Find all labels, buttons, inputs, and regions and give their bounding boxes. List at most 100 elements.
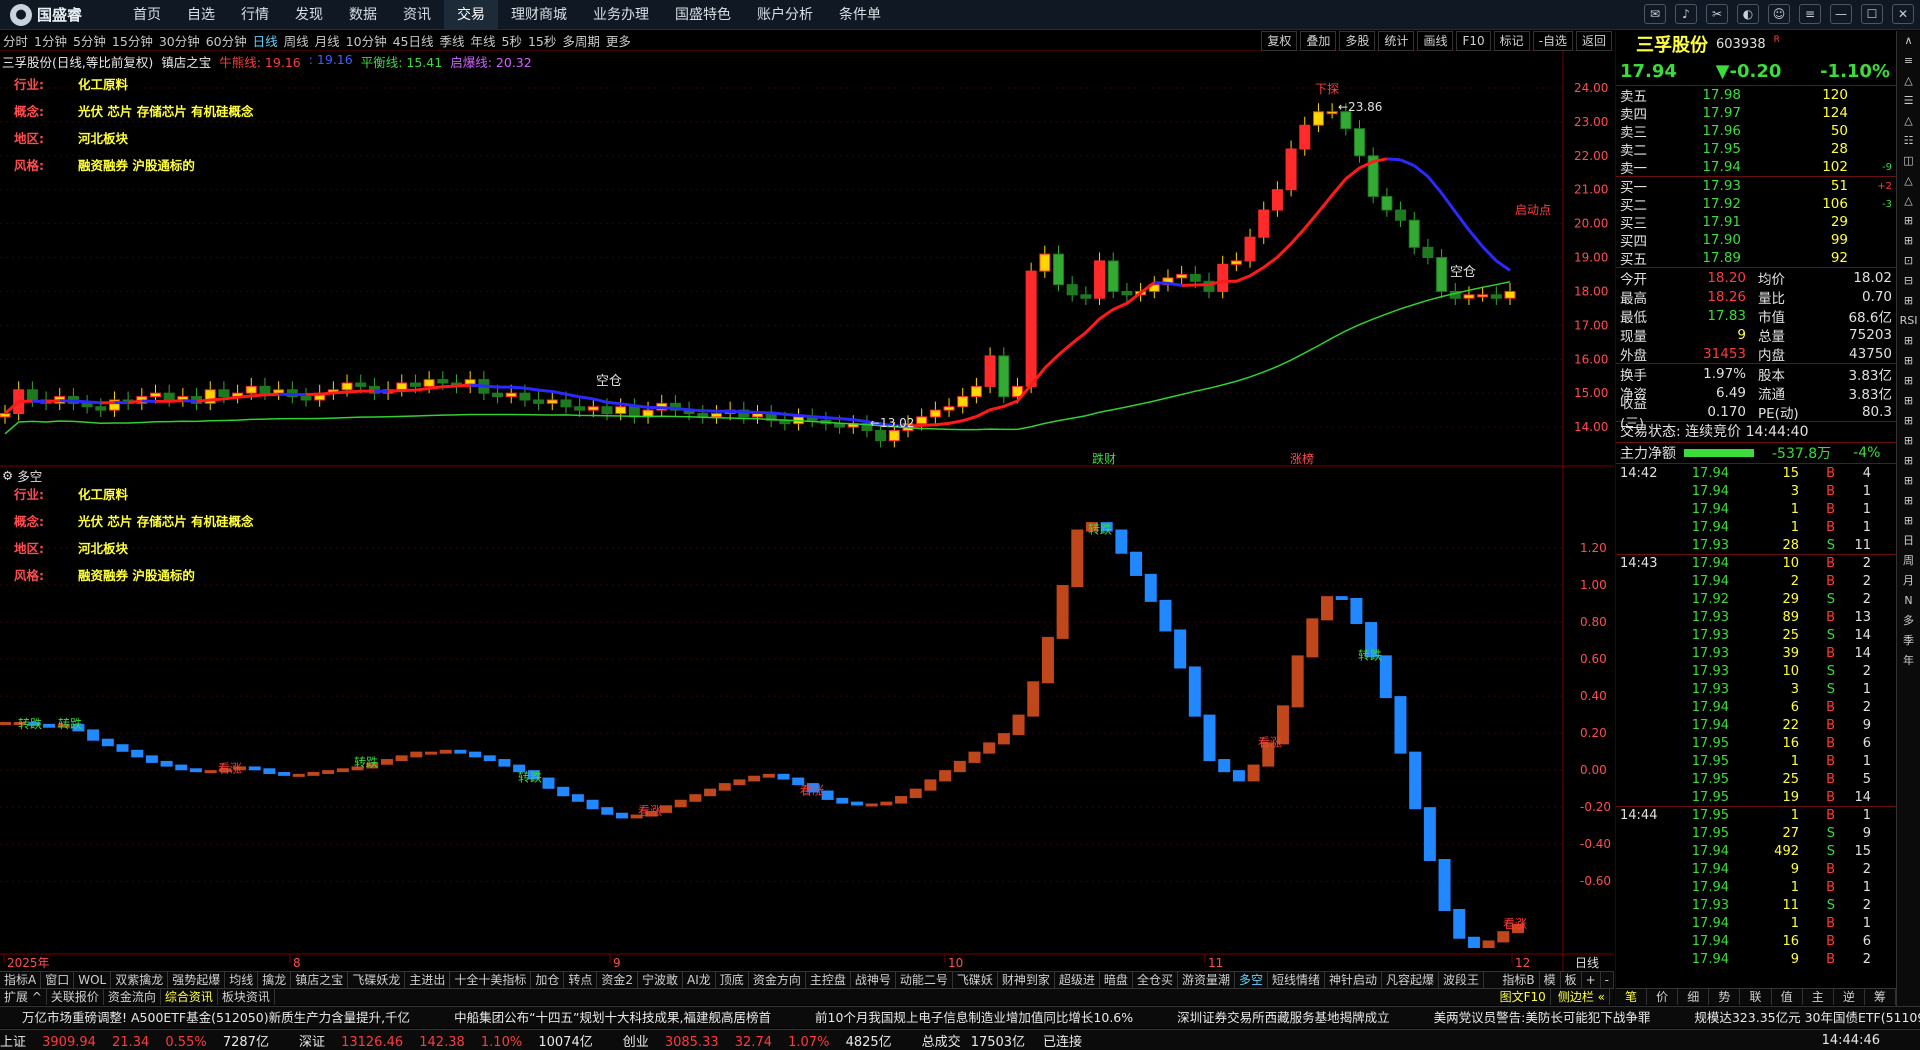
minimize-icon[interactable]: — — [1830, 4, 1852, 24]
indicator-tab[interactable]: 多空 — [1235, 972, 1268, 988]
sidebar-button[interactable]: △ — [1897, 111, 1920, 131]
right-tab[interactable]: 势 — [1709, 989, 1741, 1005]
quote-row[interactable]: 卖五 17.98 120 — [1616, 86, 1896, 105]
indicator-tab[interactable]: 凡容起爆 — [1382, 972, 1440, 988]
indicator-tab-ctrl[interactable]: - — [1601, 972, 1614, 988]
sidebar-button[interactable]: △ — [1897, 71, 1920, 91]
indicator-tab[interactable]: 超级进 — [1055, 972, 1100, 988]
indicator-tab[interactable]: 动能二号 — [896, 972, 953, 988]
indicator-tab[interactable]: 主控盘 — [806, 972, 851, 988]
menu-item[interactable]: 行情 — [228, 0, 282, 30]
message-icon[interactable]: ✉ — [1644, 4, 1666, 24]
sidebar-button[interactable]: 周 — [1897, 551, 1920, 571]
chart-tool-button[interactable]: 返回 — [1575, 31, 1612, 51]
period-tab[interactable]: 季线 — [437, 31, 468, 50]
menu-item[interactable]: 发现 — [282, 0, 336, 30]
quote-row[interactable]: 买三 17.91 29 — [1616, 213, 1896, 232]
index-group[interactable]: 上证 3909.94 21.34 0.55% 7287亿 — [0, 1031, 281, 1050]
sidebar-button[interactable]: ⊡ — [1897, 251, 1920, 271]
sidebar-button[interactable]: ☷ — [1897, 131, 1920, 151]
skin-icon[interactable]: ◐ — [1737, 4, 1759, 24]
indicator-tab[interactable]: 指标A — [0, 972, 42, 988]
menu-item[interactable]: 首页 — [120, 0, 174, 30]
news-item[interactable]: 万亿市场重磅调整! A500ETF基金(512050)新质生产力含量提升,千亿 — [0, 1007, 432, 1028]
indicator-tab[interactable]: 镇店之宝 — [291, 972, 349, 988]
period-tab[interactable]: 日线 — [250, 31, 281, 50]
app-logo[interactable]: ● 国盛睿 — [0, 3, 120, 26]
indicator-tab[interactable]: 强势起爆 — [168, 972, 226, 988]
menu-icon[interactable]: ≡ — [1799, 4, 1821, 24]
quote-row[interactable]: 买五 17.89 92 — [1616, 249, 1896, 268]
menu-item[interactable]: 理财商城 — [498, 0, 580, 30]
news-item[interactable]: 深圳证券交易所西藏服务基地揭牌成立 — [1155, 1007, 1412, 1028]
indicator-tab[interactable]: 宁波敢 — [638, 972, 684, 988]
chart-tool-button[interactable]: 多股 — [1339, 31, 1376, 51]
chart-tool-button[interactable]: -自选 — [1532, 31, 1573, 51]
period-tab[interactable]: 5分钟 — [70, 31, 109, 50]
sidebar-button[interactable]: ⊞ — [1897, 411, 1920, 431]
index-group[interactable]: 创业 3085.33 32.74 1.07% 4825亿 — [623, 1031, 904, 1050]
period-tab[interactable]: 10分钟 — [343, 31, 390, 50]
chart-tool-button[interactable]: 标记 — [1493, 31, 1530, 51]
settings-icon[interactable]: ⚙ — [2, 468, 13, 483]
indicator-tab[interactable]: 飞碟妖龙 — [348, 972, 406, 988]
indicator-tab[interactable]: 神针启动 — [1325, 972, 1383, 988]
right-tab[interactable]: 筹 — [1865, 989, 1896, 1005]
news-item[interactable]: 中船集团公布“十四五”规划十大科技成果,福建舰高居榜首 — [432, 1007, 793, 1028]
chart-tool-button[interactable]: 统计 — [1378, 31, 1415, 51]
quote-row[interactable]: 卖一 17.94 102 -9 — [1616, 158, 1896, 177]
indicator-tab[interactable]: AI龙 — [683, 972, 716, 988]
sidebar-button[interactable]: 季 — [1897, 631, 1920, 651]
indicator-tab[interactable]: 均线 — [225, 972, 259, 988]
sidebar-button[interactable]: ⊞ — [1897, 511, 1920, 531]
period-tab[interactable]: 月线 — [312, 31, 343, 50]
sidebar-button[interactable]: ⊞ — [1897, 431, 1920, 451]
bottom-tab-ctrl[interactable]: 图文F10 — [1496, 989, 1551, 1005]
indicator-tab[interactable]: 波段王 — [1439, 972, 1485, 988]
quote-row[interactable]: 买四 17.90 99 — [1616, 231, 1896, 250]
tools-icon[interactable]: ✂ — [1706, 4, 1728, 24]
news-item[interactable]: 规模达323.35亿元 30年国债ETF(511090)今日分 — [1672, 1007, 1920, 1028]
indicator-tab[interactable]: 擒龙 — [258, 972, 292, 988]
period-tab[interactable]: 多周期 — [559, 31, 603, 50]
indicator-tab[interactable]: 财神到家 — [998, 972, 1055, 988]
indicator-tab[interactable]: 十全十美指标 — [450, 972, 532, 988]
period-tab[interactable]: 60分钟 — [203, 31, 250, 50]
sidebar-button[interactable]: ≡ — [1897, 51, 1920, 71]
indicator-tab[interactable]: 游资量潮 — [1178, 972, 1235, 988]
sidebar-button[interactable]: ⊞ — [1897, 391, 1920, 411]
sidebar-button[interactable]: ⊟ — [1897, 271, 1920, 291]
bottom-tab[interactable]: 板块资讯 — [218, 989, 275, 1005]
quote-row[interactable]: 卖四 17.97 124 — [1616, 104, 1896, 123]
quote-row[interactable]: 卖三 17.96 50 — [1616, 122, 1896, 141]
period-tab[interactable]: 30分钟 — [156, 31, 203, 50]
indicator-tab[interactable]: 资金2 — [597, 972, 639, 988]
chart-tool-button[interactable]: F10 — [1456, 31, 1491, 51]
menu-item[interactable]: 资讯 — [390, 0, 444, 30]
period-tab[interactable]: 1分钟 — [31, 31, 70, 50]
connection-status[interactable]: 已连接 — [1043, 1031, 1082, 1050]
period-tab[interactable]: 15分钟 — [109, 31, 156, 50]
right-tab[interactable]: 逆 — [1834, 989, 1865, 1005]
chart-tool-button[interactable]: 画线 — [1417, 31, 1454, 51]
period-tab[interactable]: 分时 — [0, 31, 31, 50]
indicator-name[interactable]: 镇店之宝 — [161, 52, 211, 71]
bottom-tab[interactable]: 扩展 ^ — [0, 989, 47, 1005]
right-tab[interactable]: 主 — [1803, 989, 1834, 1005]
sidebar-button[interactable]: 年 — [1897, 651, 1920, 671]
quote-row[interactable]: 卖二 17.95 28 — [1616, 140, 1896, 159]
indicator-tab-ctrl[interactable]: + — [1582, 972, 1601, 988]
indicator-tab[interactable]: 双紫擒龙 — [111, 972, 169, 988]
sidebar-button[interactable]: RSI — [1897, 311, 1920, 331]
right-tab[interactable]: 联 — [1740, 989, 1772, 1005]
sidebar-button[interactable]: ⊞ — [1897, 491, 1920, 511]
menu-item[interactable]: 交易 — [444, 0, 498, 30]
indicator-tab[interactable]: 短线情绪 — [1268, 972, 1325, 988]
sidebar-button[interactable]: ⊞ — [1897, 471, 1920, 491]
user-icon[interactable]: ☺ — [1768, 4, 1790, 24]
sidebar-button[interactable]: 日 — [1897, 531, 1920, 551]
indicator-tab-ctrl[interactable]: 指标B — [1498, 972, 1540, 988]
chart-stock-title[interactable]: 三孚股份(日线,等比前复权) — [2, 52, 153, 71]
indicator-tab[interactable]: 暗盘 — [1100, 972, 1133, 988]
period-tab[interactable]: 5秒 — [499, 31, 525, 50]
